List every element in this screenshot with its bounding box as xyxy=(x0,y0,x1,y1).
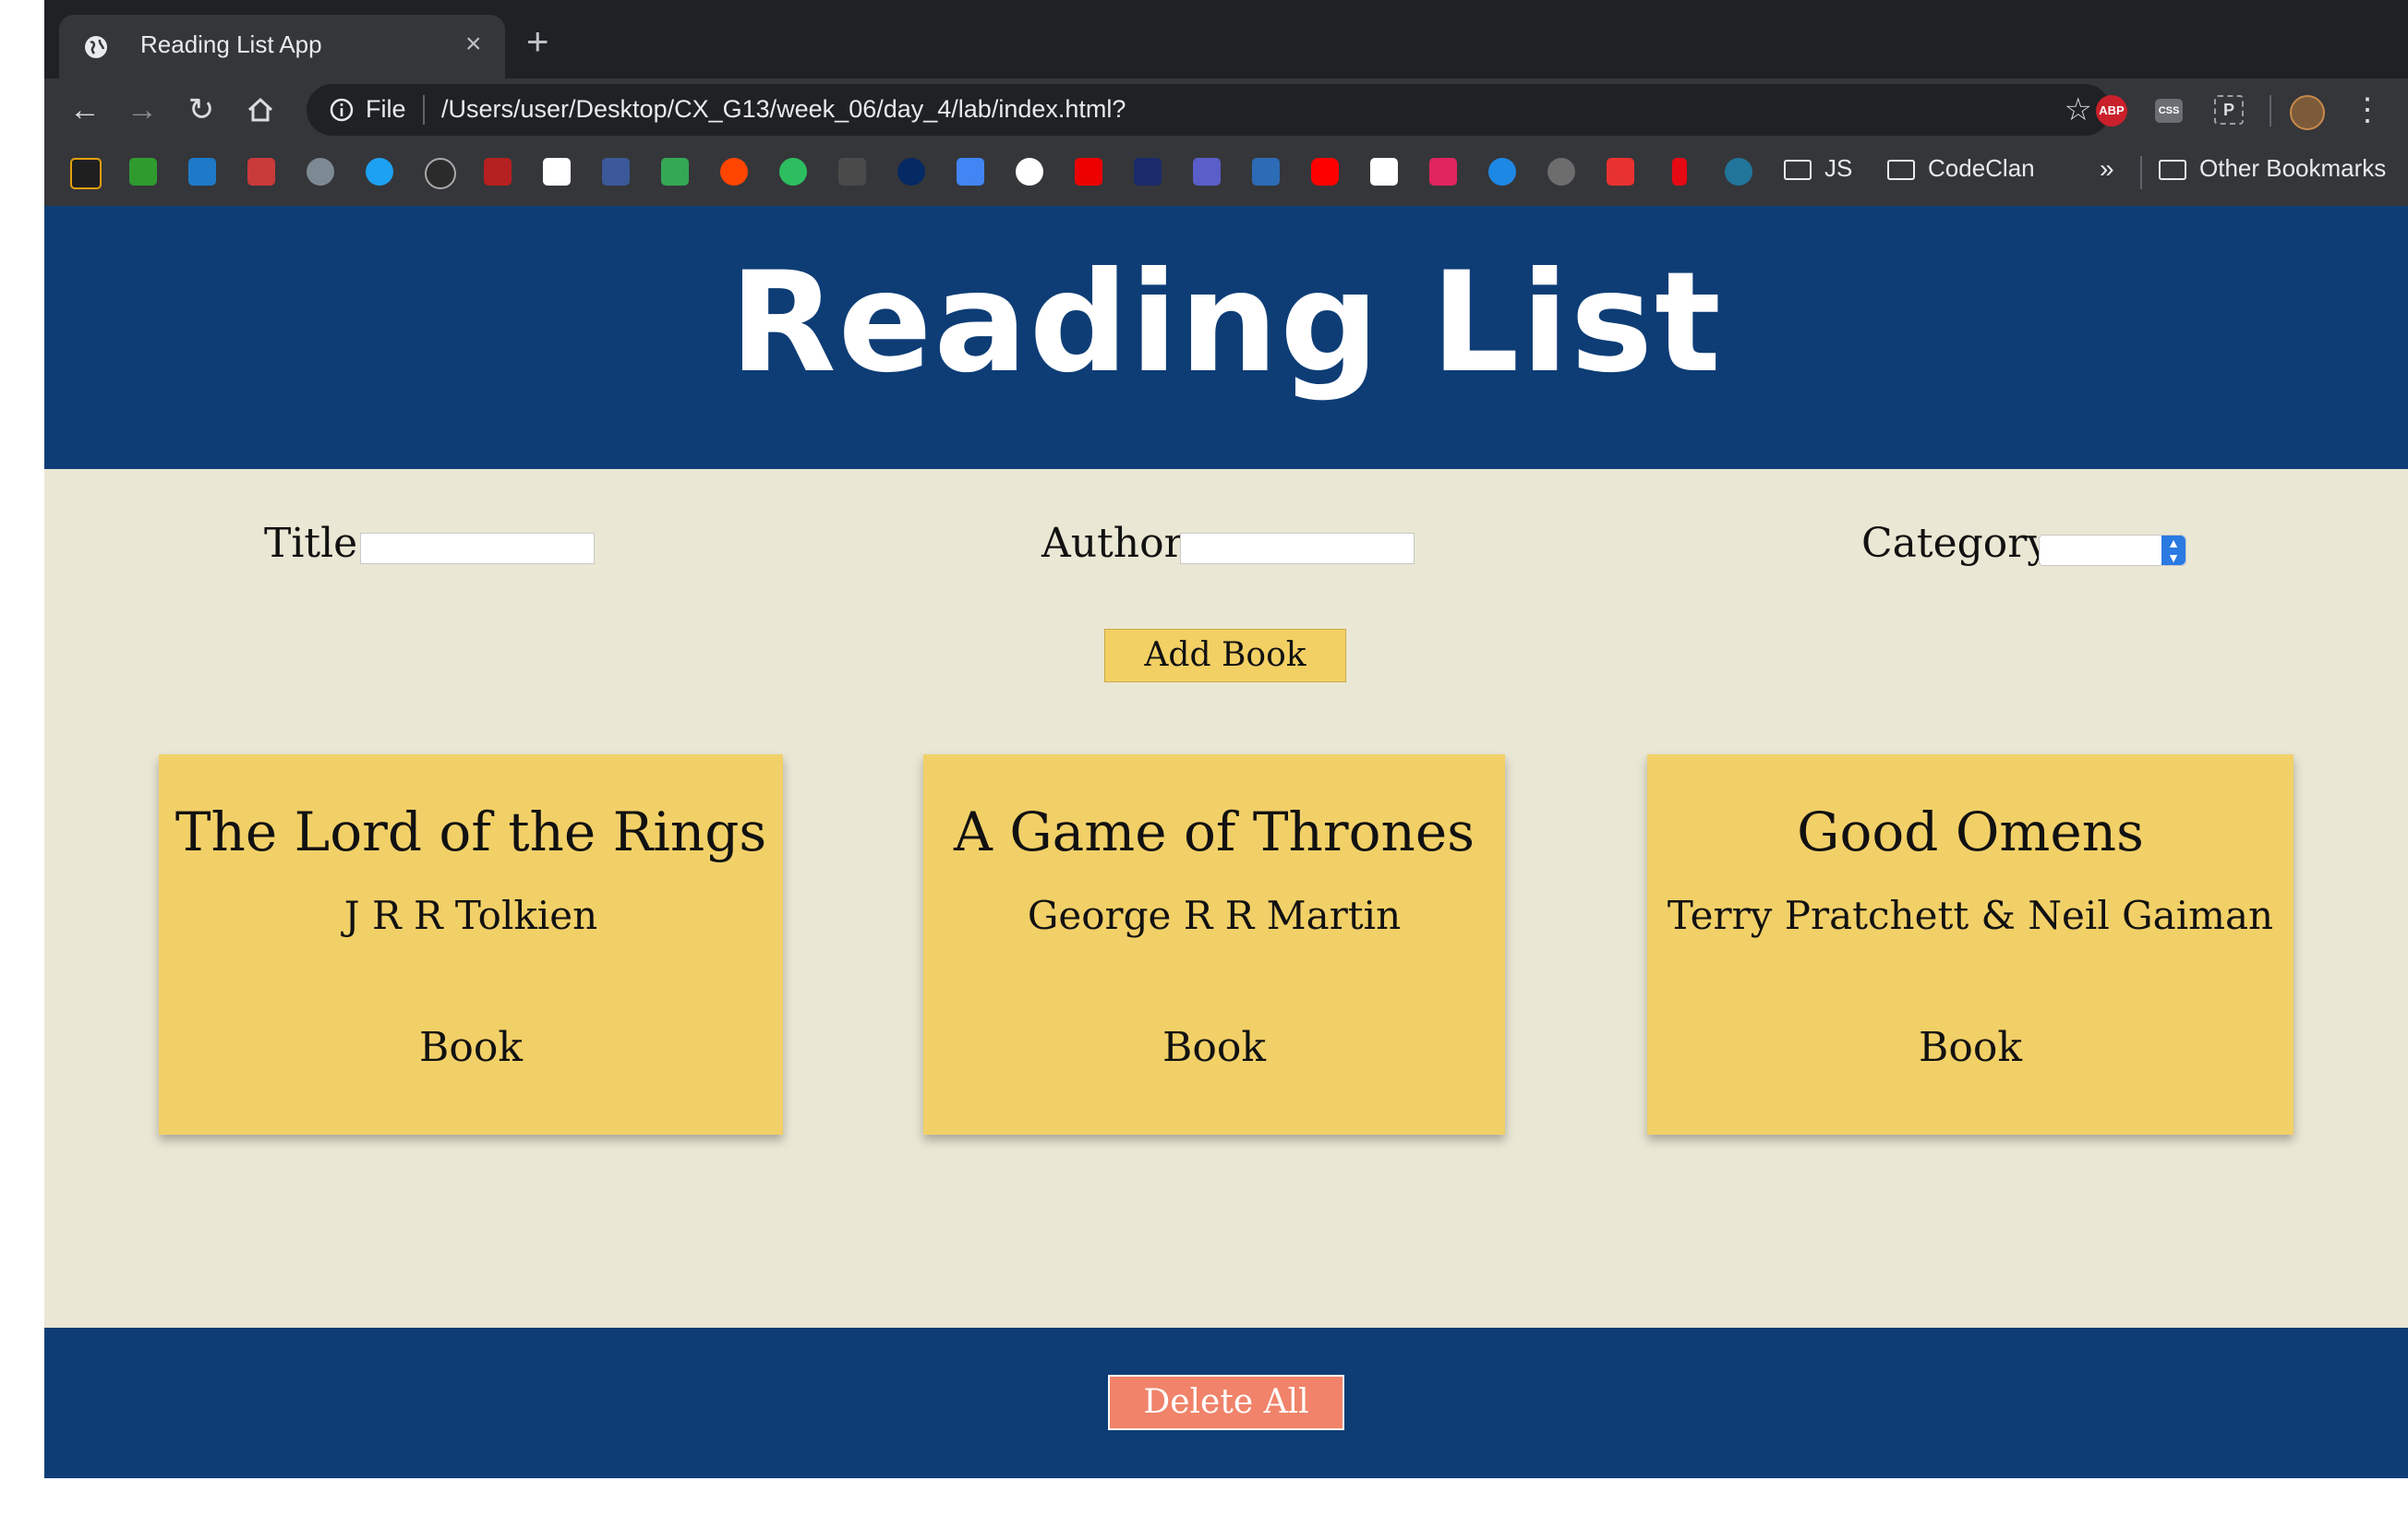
github-bookmark-icon[interactable] xyxy=(425,158,456,189)
title-label: Title xyxy=(264,520,358,567)
android-bookmark-icon[interactable] xyxy=(129,158,157,186)
twitter-bookmark-icon[interactable] xyxy=(366,158,393,186)
book-author: J R R Tolkien xyxy=(343,893,598,938)
youtube-bookmark-icon[interactable] xyxy=(1311,158,1339,186)
toolbar-divider xyxy=(2270,95,2271,126)
tab-strip: Reading List App × + xyxy=(44,0,2408,78)
url-separator xyxy=(423,95,425,125)
folder-label: Other Bookmarks xyxy=(2199,154,2387,182)
bookmark-icon[interactable] xyxy=(484,158,512,186)
author-label: Author xyxy=(1041,520,1184,567)
netflix-bookmark-icon[interactable] xyxy=(1672,158,1687,186)
amex-bookmark-icon[interactable] xyxy=(1252,158,1280,186)
book-category: Book xyxy=(419,1024,523,1071)
adblock-icon[interactable]: ABP xyxy=(2096,95,2127,126)
power-bookmark-icon[interactable] xyxy=(1488,158,1516,186)
tab-title: Reading List App xyxy=(140,30,322,58)
book-author: George R R Martin xyxy=(1027,893,1402,938)
reddit-bookmark-icon[interactable] xyxy=(720,158,748,186)
css-viewer-icon[interactable]: CSS xyxy=(2155,99,2183,123)
book-title: Good Omens xyxy=(1797,801,2144,863)
santander-bookmark-icon[interactable] xyxy=(1075,158,1102,186)
bookmarks-overflow-button[interactable]: » xyxy=(2100,154,2114,184)
calendar-bookmark-icon[interactable] xyxy=(957,158,984,186)
address-bar[interactable]: File /Users/user/Desktop/CX_G13/week_06/… xyxy=(307,84,2111,136)
bookmark-star-icon[interactable]: ☆ xyxy=(2065,91,2092,128)
folder-icon xyxy=(2159,160,2186,181)
url-scheme: File xyxy=(366,95,406,123)
info-icon[interactable] xyxy=(329,97,355,123)
folder-icon xyxy=(1887,160,1915,181)
book-category: Book xyxy=(1162,1024,1266,1071)
globe-icon xyxy=(85,36,107,58)
bookmark-icon[interactable] xyxy=(1134,158,1162,186)
guardian-bookmark-icon[interactable] xyxy=(897,158,925,186)
tab-reading-list[interactable]: Reading List App × xyxy=(59,15,505,78)
maps-bookmark-icon[interactable] xyxy=(661,158,689,186)
book-category: Book xyxy=(1919,1024,2022,1071)
facebook-bookmark-icon[interactable] xyxy=(602,158,630,186)
pocket-icon[interactable]: P xyxy=(2214,95,2244,125)
new-tab-button[interactable]: + xyxy=(526,22,549,61)
book-card: Good Omens Terry Pratchett & Neil Gaiman… xyxy=(1647,754,2294,1135)
close-icon[interactable]: × xyxy=(465,29,482,60)
title-input[interactable] xyxy=(360,533,595,564)
book-author: Terry Pratchett & Neil Gaiman xyxy=(1667,893,2274,938)
bookmark-icon[interactable] xyxy=(307,158,334,186)
add-book-button[interactable]: Add Book xyxy=(1104,629,1346,682)
book-card: A Game of Thrones George R R Martin Book xyxy=(923,754,1505,1135)
bookmark-folder-js[interactable]: JS xyxy=(1784,154,1852,183)
forward-arrow-icon[interactable]: → xyxy=(124,91,161,128)
lastpass-bookmark-icon[interactable] xyxy=(247,158,275,186)
book-title: A Game of Thrones xyxy=(954,801,1475,863)
toolbar: ← → ↻ File /Users/user/Desktop/CX_G13/we… xyxy=(44,78,2408,141)
folder-icon xyxy=(1784,160,1812,181)
menu-kebab-icon[interactable]: ⋮ xyxy=(2349,91,2386,128)
evernote-bookmark-icon[interactable] xyxy=(779,158,807,186)
page-title: Reading List xyxy=(729,243,1723,403)
back-arrow-icon[interactable]: ← xyxy=(66,91,103,128)
bookmarks-bar: JS CodeClan » Other Bookmarks xyxy=(44,141,2408,206)
author-input[interactable] xyxy=(1180,533,1415,564)
other-bookmarks-folder[interactable]: Other Bookmarks xyxy=(2159,154,2386,183)
trello-bookmark-icon[interactable] xyxy=(188,158,216,186)
wordpress-bookmark-icon[interactable] xyxy=(1725,158,1752,186)
folder-label: JS xyxy=(1824,154,1853,182)
browser-chrome: Reading List App × + ← → ↻ File /Users/u… xyxy=(44,0,2408,206)
page-content: Reading List Title Author Category ▲ ▼ Ad… xyxy=(44,206,2408,1478)
folder-label: CodeClan xyxy=(1928,154,2035,182)
url-text[interactable]: /Users/user/Desktop/CX_G13/week_06/day_4… xyxy=(441,95,1126,124)
book-card: The Lord of the Rings J R R Tolkien Book xyxy=(159,754,783,1135)
category-label: Category xyxy=(1861,520,2051,567)
page-header: Reading List xyxy=(44,206,2408,469)
bookmark-icon[interactable] xyxy=(1429,158,1457,186)
flickr-bookmark-icon[interactable] xyxy=(1016,158,1043,186)
bbc-bookmark-icon[interactable] xyxy=(838,158,866,186)
plex-bookmark-icon[interactable] xyxy=(70,158,102,189)
profile-avatar[interactable] xyxy=(2290,95,2325,130)
bookmarks-divider xyxy=(2140,156,2142,189)
bookmark-icon[interactable] xyxy=(1193,158,1221,186)
bookmark-icon[interactable] xyxy=(1547,158,1575,186)
bookmark-folder-codeclan[interactable]: CodeClan xyxy=(1887,154,2035,183)
home-icon[interactable] xyxy=(242,91,279,128)
category-select[interactable]: ▲ ▼ xyxy=(2039,535,2186,566)
reload-icon[interactable]: ↻ xyxy=(183,91,220,128)
book-title: The Lord of the Rings xyxy=(175,801,767,863)
bookmark-icon[interactable] xyxy=(1607,158,1634,186)
amazon-bookmark-icon[interactable] xyxy=(1370,158,1398,186)
chevron-updown-icon: ▲ ▼ xyxy=(2161,536,2185,565)
gmail-bookmark-icon[interactable] xyxy=(543,158,571,186)
delete-all-button[interactable]: Delete All xyxy=(1108,1375,1344,1430)
